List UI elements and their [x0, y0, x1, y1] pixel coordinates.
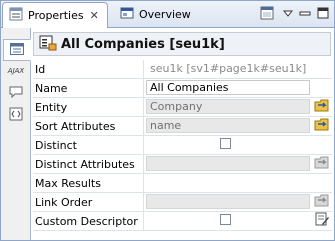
- component-icon: [39, 35, 57, 54]
- field-label: Sort Attributes: [33, 116, 144, 136]
- table-row: Custom Descriptor: [33, 211, 332, 231]
- chevron-down-icon: [282, 8, 294, 21]
- list-icon: [10, 42, 24, 58]
- distinct-attributes-value-cell: [143, 154, 332, 174]
- name-field[interactable]: All Companies: [146, 80, 310, 95]
- tab-general[interactable]: [3, 39, 31, 61]
- tab-properties-label: Properties: [28, 9, 84, 22]
- component-title: All Companies [seu1k]: [61, 36, 225, 52]
- field-label: Distinct Attributes: [33, 154, 144, 174]
- table-row: Distinct Attributes: [33, 154, 332, 174]
- table-row: Distinct: [33, 135, 332, 155]
- overview-icon: [120, 6, 134, 23]
- field-label: Custom Descriptor: [33, 211, 144, 231]
- field-label: Link Order: [33, 192, 144, 212]
- properties-icon: [9, 7, 23, 24]
- view-menu-icon: [260, 6, 274, 23]
- distinct-checkbox[interactable]: [220, 138, 231, 149]
- properties-content: All Companies [seu1k] Id seu1k [sv1#page…: [31, 28, 334, 240]
- distinct-attributes-field: [146, 156, 310, 171]
- tab-source[interactable]: [4, 105, 28, 125]
- sort-attributes-select-button[interactable]: [314, 118, 330, 133]
- id-value-cell: seu1k [sv1#page1k#seu1k]: [143, 60, 332, 79]
- table-row: Max Results: [33, 173, 332, 193]
- link-order-value-cell: [143, 192, 332, 212]
- table-row: Entity Company: [33, 97, 332, 117]
- property-section-tabs: AJAX: [1, 28, 31, 240]
- tab-comments[interactable]: [4, 83, 28, 103]
- tab-ajax[interactable]: AJAX: [4, 61, 28, 81]
- table-row: Name All Companies: [33, 78, 332, 98]
- field-label: Entity: [33, 97, 144, 117]
- name-value-cell: All Companies: [143, 78, 332, 98]
- table-row: Id seu1k [sv1#page1k#seu1k]: [33, 60, 332, 79]
- sort-attributes-value-cell: name: [143, 116, 332, 136]
- minimize-icon: [298, 6, 312, 23]
- field-label: Distinct: [33, 135, 144, 155]
- properties-table: Id seu1k [sv1#page1k#seu1k] Name All Com…: [33, 60, 332, 231]
- id-value: seu1k [sv1#page1k#seu1k]: [150, 62, 307, 75]
- component-header: All Companies [seu1k]: [33, 32, 331, 56]
- close-icon[interactable]: ✕: [90, 9, 99, 22]
- entity-field: Company: [146, 99, 310, 114]
- code-icon: [9, 107, 23, 124]
- table-row: Sort Attributes name: [33, 116, 332, 136]
- folder-arrow-disabled-icon: [314, 155, 330, 172]
- custom-descriptor-value-cell: [143, 211, 332, 231]
- tab-overview[interactable]: Overview: [114, 2, 198, 26]
- custom-descriptor-checkbox[interactable]: [220, 214, 231, 225]
- edit-document-icon: [314, 212, 330, 229]
- view-tab-bar: Properties ✕ Overview: [1, 1, 334, 28]
- ajax-icon: AJAX: [7, 67, 25, 75]
- minimize-button[interactable]: [297, 6, 313, 22]
- distinct-attributes-select-button: [314, 156, 330, 171]
- properties-view: Properties ✕ Overview AJAX All Companies…: [0, 0, 335, 241]
- table-row: Link Order: [33, 192, 332, 212]
- field-label: Max Results: [33, 173, 144, 193]
- comment-icon: [9, 86, 23, 101]
- folder-arrow-disabled-icon: [314, 193, 330, 210]
- max-results-value-cell[interactable]: [143, 173, 332, 193]
- link-order-field: [146, 194, 310, 209]
- view-menu-button[interactable]: [280, 6, 296, 22]
- folder-arrow-icon: [314, 117, 330, 134]
- link-order-select-button: [314, 194, 330, 209]
- distinct-value-cell: [143, 135, 332, 155]
- entity-select-button[interactable]: [314, 99, 330, 114]
- entity-value-cell: Company: [143, 97, 332, 117]
- field-label: Id: [33, 60, 144, 79]
- field-label: Name: [33, 78, 144, 98]
- custom-descriptor-edit-button[interactable]: [314, 212, 330, 229]
- folder-arrow-icon: [314, 98, 330, 115]
- maximize-icon: [316, 6, 330, 23]
- sort-attributes-field: name: [146, 118, 310, 133]
- tab-overview-label: Overview: [139, 7, 191, 21]
- maximize-button[interactable]: [315, 6, 331, 22]
- toolbar-view-button[interactable]: [259, 6, 275, 22]
- tab-properties[interactable]: Properties ✕: [2, 2, 108, 28]
